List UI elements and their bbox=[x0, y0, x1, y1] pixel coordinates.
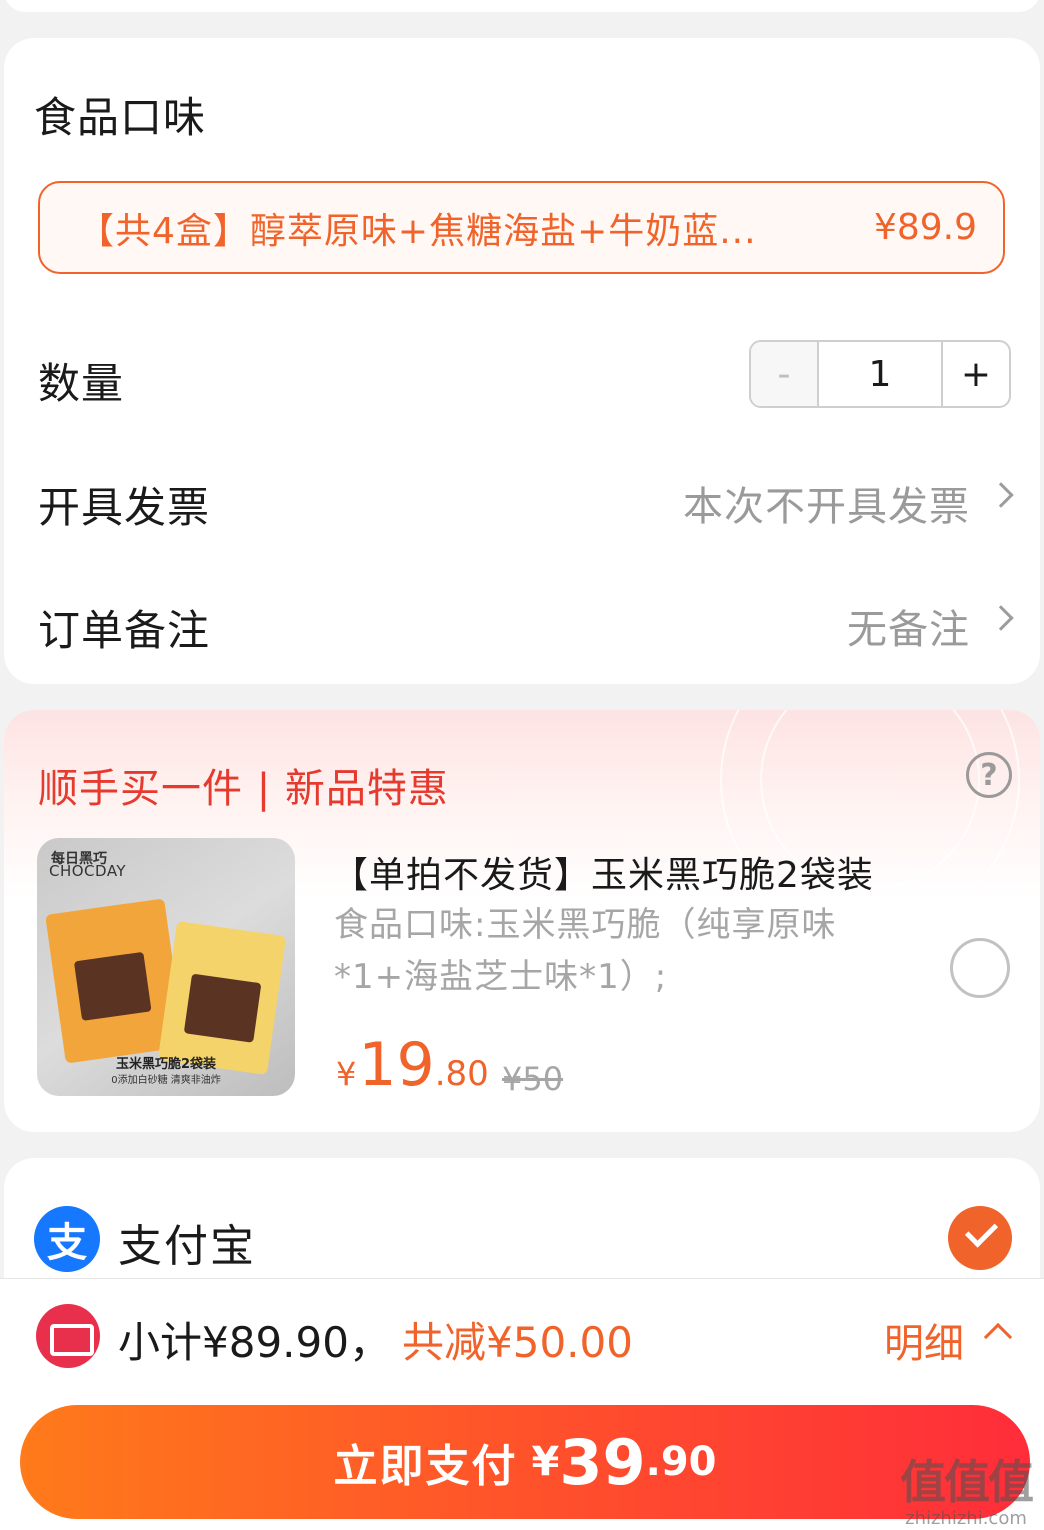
discount-text: 共减¥50.00 bbox=[402, 1318, 633, 1367]
price-decimal: .80 bbox=[434, 1054, 489, 1094]
check-icon[interactable] bbox=[948, 1206, 1012, 1270]
add-product-radio[interactable] bbox=[950, 938, 1010, 998]
product-image-caption: 玉米黑巧脆2袋装 bbox=[115, 1057, 217, 1072]
subtotal-text: 小计¥89.90， bbox=[118, 1318, 391, 1367]
remark-label: 订单备注 bbox=[38, 606, 211, 655]
product-image-subcaption: 0添加白砂糖 清爽非油炸 bbox=[111, 1075, 221, 1086]
quantity-decrease-button[interactable]: - bbox=[751, 342, 817, 406]
watermark: 值值值 zhizhizhi.com bbox=[900, 1446, 1034, 1529]
help-icon[interactable]: ? bbox=[966, 752, 1012, 798]
pay-button-currency: ¥ bbox=[531, 1439, 560, 1485]
flavor-option-price: ¥89.9 bbox=[873, 207, 977, 248]
product-bag-graphic bbox=[157, 921, 287, 1075]
quantity-value[interactable]: 1 bbox=[817, 342, 943, 406]
upsell-title: 顺手买一件 | 新品特惠 bbox=[38, 766, 449, 812]
original-price: ¥50 bbox=[502, 1060, 564, 1098]
chevron-up-icon[interactable] bbox=[983, 1322, 1013, 1352]
detail-link[interactable]: 明细 bbox=[884, 1311, 964, 1369]
pay-button-label: 立即支付 bbox=[333, 1441, 518, 1492]
payment-method-label[interactable]: 支付宝 bbox=[118, 1210, 256, 1274]
quantity-increase-button[interactable]: + bbox=[943, 342, 1009, 406]
quantity-stepper: - 1 + bbox=[749, 340, 1011, 408]
invoice-label: 开具发票 bbox=[38, 483, 211, 532]
flavor-option-selected[interactable]: 【共4盒】醇萃原味+焦糖海盐+牛奶蓝... ¥89.9 bbox=[38, 181, 1005, 274]
bottom-bar: 小计¥89.90， 共减¥50.00 明细 立即支付 ¥ 39 .90 bbox=[0, 1278, 1044, 1530]
product-image[interactable]: 每日黑巧 CHOCDAY 玉米黑巧脆2袋装 0添加白砂糖 清爽非油炸 bbox=[37, 838, 295, 1096]
price-integer: 19 bbox=[358, 1030, 435, 1100]
pay-now-button[interactable]: 立即支付 ¥ 39 .90 bbox=[20, 1405, 1030, 1519]
flavor-option-name: 【共4盒】醇萃原味+焦糖海盐+牛奶蓝... bbox=[78, 210, 757, 252]
product-price: ¥ 19 .80 bbox=[336, 1030, 489, 1100]
pay-button-amount-dec: .90 bbox=[645, 1439, 717, 1485]
price-currency: ¥ bbox=[336, 1055, 357, 1093]
upsell-card: 顺手买一件 | 新品特惠 ? 每日黑巧 CHOCDAY 玉米黑巧脆2袋装 0添加… bbox=[4, 710, 1040, 1132]
product-title[interactable]: 【单拍不发货】玉米黑巧脆2袋装 bbox=[332, 846, 874, 898]
quantity-label: 数量 bbox=[38, 359, 125, 408]
pay-button-amount-int: 39 bbox=[559, 1425, 646, 1499]
alipay-icon: 支 bbox=[34, 1206, 100, 1272]
checkout-page: 食品口味 【共4盒】醇萃原味+焦糖海盐+牛奶蓝... ¥89.9 数量 - 1 … bbox=[0, 0, 1044, 1530]
flavor-section-title: 食品口味 bbox=[34, 93, 207, 142]
coupon-icon bbox=[36, 1304, 100, 1368]
watermark-url: zhizhizhi.com bbox=[905, 1508, 1027, 1529]
product-spec: 食品口味:玉米黑巧脆（纯享原味*1+海盐芝士味*1）; bbox=[334, 905, 837, 997]
product-image-brand-en: CHOCDAY bbox=[49, 862, 127, 880]
watermark-logo: 值值值 bbox=[900, 1455, 1034, 1509]
invoice-value[interactable]: 本次不开具发票 bbox=[683, 474, 970, 532]
previous-card bbox=[4, 0, 1040, 12]
remark-value[interactable]: 无备注 bbox=[847, 597, 970, 655]
